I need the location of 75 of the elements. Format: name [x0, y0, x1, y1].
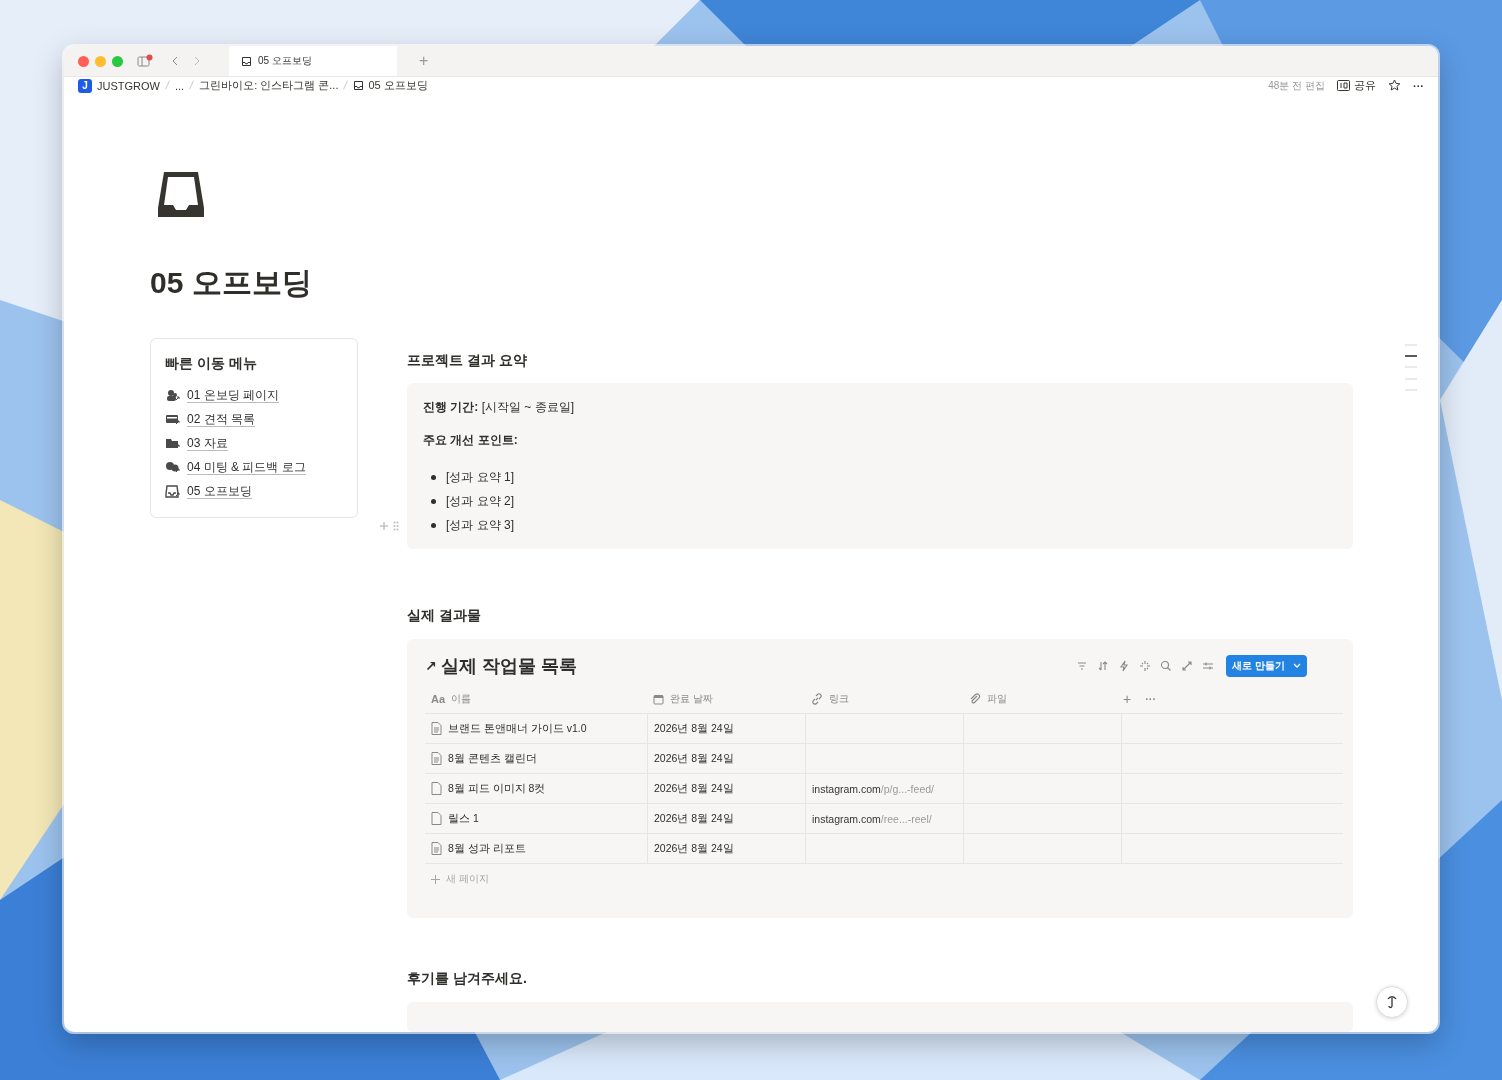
separator-icon — [189, 79, 195, 90]
inbox-icon — [165, 484, 181, 498]
breadcrumb-link[interactable]: ... — [174, 79, 185, 92]
row-title-cell[interactable]: 8월 피드 이미지 8컷 — [425, 774, 647, 804]
breadcrumb-link[interactable]: 05 오프보딩 — [353, 78, 428, 93]
menu-link[interactable]: 02 견적 목록 — [165, 407, 343, 431]
text-type-icon: Aa — [431, 693, 446, 705]
calendar-icon — [653, 693, 664, 705]
link-icon — [811, 693, 823, 705]
inbox-icon — [241, 55, 252, 67]
paperclip-icon — [969, 693, 981, 705]
row-title-cell[interactable]: 8월 콘텐츠 캘린더 — [425, 744, 647, 774]
close-window-button[interactable] — [78, 55, 89, 67]
bullet-text: [성과 요약 1] — [446, 468, 514, 486]
menu-link[interactable]: 04 미팅 & 피드백 로그 — [165, 455, 343, 479]
caret-icon — [1293, 663, 1301, 669]
back-icon[interactable] — [171, 56, 179, 66]
instagram-link[interactable]: instagram.com/p/g...-feed/ — [812, 782, 934, 795]
menu-link[interactable]: 03 자료 — [165, 431, 343, 455]
column-header[interactable]: 완료 날짜 — [647, 685, 805, 714]
inbox-icon — [353, 80, 365, 91]
drag-handle-icon[interactable] — [393, 521, 399, 531]
bullet-icon — [431, 474, 436, 480]
date-cell: 2026년 8월 24일 — [647, 744, 805, 774]
points-label: 주요 개선 포인트: — [423, 432, 519, 449]
date-cell: 2026년 8월 24일 — [647, 834, 805, 864]
separator-icon — [164, 79, 170, 90]
chat-bubbles-icon — [165, 460, 181, 474]
period-text: 진행 기간: [시작일 ~ 종료일] — [423, 399, 576, 416]
inbox-icon — [156, 169, 206, 219]
workspace-logo: J — [78, 78, 92, 93]
date-cell: 2026년 8월 24일 — [647, 714, 805, 744]
row-title-cell[interactable]: 릴스 1 — [425, 804, 647, 834]
sidebar-toggle-icon[interactable] — [137, 54, 153, 68]
menu-link[interactable]: 05 오프보딩 — [165, 479, 343, 503]
share-button[interactable]: 공유 — [1337, 78, 1376, 93]
star-icon[interactable] — [1388, 79, 1401, 92]
add-block-icon[interactable] — [379, 521, 389, 531]
row-title-cell[interactable]: 브랜드 톤앤매너 가이드 v1.0 — [425, 714, 647, 744]
menu-link[interactable]: 01 온보딩 페이지 — [165, 383, 343, 407]
bullet-icon — [431, 498, 436, 504]
bullet-text: [성과 요약 3] — [446, 516, 514, 534]
breadcrumb-link[interactable]: 그린바이오: 인스타그램 콘... — [199, 78, 339, 93]
database-title[interactable]: ↗ 실제 작업물 목록 — [425, 654, 577, 678]
date-cell: 2026년 8월 24일 — [647, 804, 805, 834]
breadcrumb-link[interactable]: J JUSTGROW — [78, 78, 160, 93]
plus-icon — [431, 874, 440, 884]
outline-icon[interactable] — [1404, 344, 1418, 392]
maximize-window-button[interactable] — [112, 55, 123, 67]
page-title: 05 오프보딩 — [150, 265, 313, 301]
card-title: 빠른 이동 메뉴 — [165, 355, 258, 373]
folder-icon — [165, 436, 181, 450]
people-icon — [165, 388, 181, 402]
column-header[interactable]: Aa 이름 — [425, 685, 647, 714]
column-header[interactable]: 파일 — [963, 685, 1121, 714]
minimize-window-button[interactable] — [95, 55, 106, 67]
more-button[interactable]: ··· — [1413, 79, 1424, 92]
column-header[interactable]: 링크 — [805, 685, 963, 714]
section-heading: 후기를 남겨주세요. — [407, 970, 528, 988]
browser-tab[interactable]: 05 오프보딩 — [229, 46, 397, 76]
workspace-name: JUSTGROW — [97, 79, 160, 92]
row-title-cell[interactable]: 8월 성과 리포트 — [425, 834, 647, 864]
help-button[interactable] — [1376, 986, 1408, 1018]
breadcrumb-label: 05 오프보딩 — [368, 78, 428, 93]
card-icon — [165, 412, 181, 426]
instagram-link[interactable]: instagram.com/ree...-reel/ — [812, 812, 932, 825]
section-heading: 프로젝트 결과 요약 — [407, 352, 528, 370]
date-cell: 2026년 8월 24일 — [647, 774, 805, 804]
section-heading: 실제 결과물 — [407, 607, 482, 625]
new-button[interactable]: 새로 만들기 — [1226, 655, 1307, 677]
separator-icon — [343, 79, 349, 90]
bullet-text: [성과 요약 2] — [446, 492, 514, 510]
forward-icon[interactable] — [193, 56, 201, 66]
bullet-icon — [431, 522, 436, 528]
edited-time: 48분 전 편집 — [1268, 78, 1325, 93]
